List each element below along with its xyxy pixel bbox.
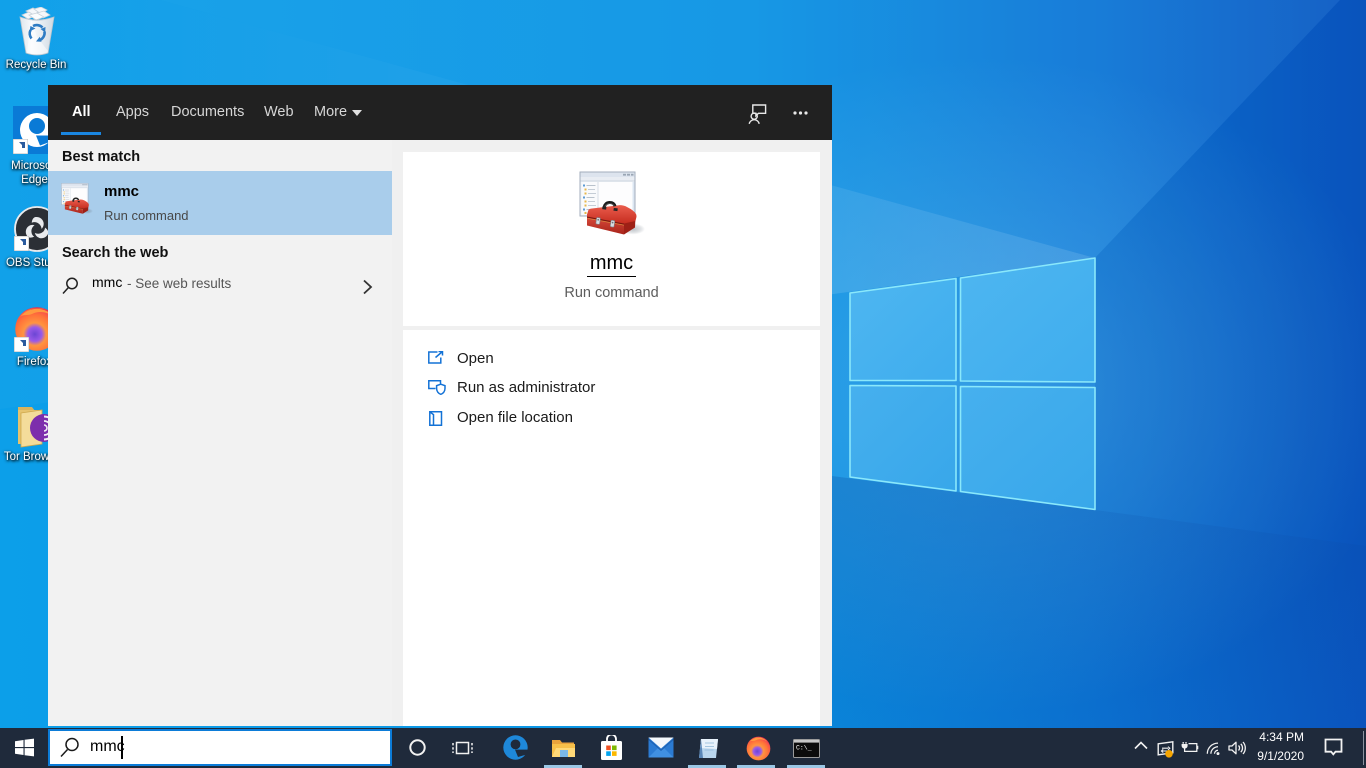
svg-text:C:\_: C:\_ [796, 745, 812, 752]
